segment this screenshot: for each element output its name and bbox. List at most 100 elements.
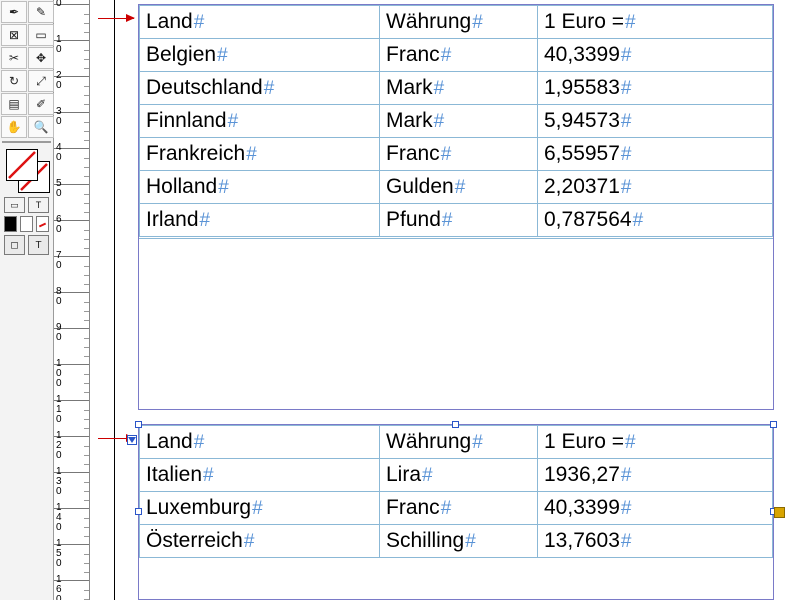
- end-of-cell-marker-icon: #: [245, 144, 257, 165]
- table-cell[interactable]: 40,3399#: [538, 492, 773, 525]
- table-row[interactable]: Holland#Gulden#2,20371#: [140, 171, 773, 204]
- gradient-tool[interactable]: ▤: [1, 93, 27, 115]
- pen-tool[interactable]: ✒: [1, 1, 27, 23]
- vruler-tick: 10: [54, 40, 90, 41]
- vruler-tick-label: 150: [56, 539, 70, 569]
- table-cell[interactable]: 0,787564#: [538, 204, 773, 237]
- tools-panel: ✒✎⊠▭✂✥↻⤢▤✐✋🔍 ▭ T ◻ T: [0, 0, 54, 600]
- cell-text: Frankreich: [146, 142, 245, 165]
- cell-text: 0,787564: [544, 208, 632, 231]
- rotate-tool[interactable]: ↻: [1, 70, 27, 92]
- table-cell[interactable]: Schilling#: [380, 525, 538, 558]
- transform-tool[interactable]: ✥: [28, 47, 54, 69]
- selection-handle[interactable]: [770, 421, 777, 428]
- table-cell[interactable]: 6,55957#: [538, 138, 773, 171]
- pencil-tool[interactable]: ✎: [28, 1, 54, 23]
- scale-tool[interactable]: ⤢: [28, 70, 54, 92]
- overset-text-icon[interactable]: [774, 507, 785, 518]
- eyedropper-tool[interactable]: ✐: [28, 93, 54, 115]
- table-cell[interactable]: Italien#: [140, 459, 380, 492]
- end-of-cell-marker-icon: #: [464, 531, 476, 552]
- vertical-ruler: 0102030405060708090100110120130140150160: [54, 0, 90, 600]
- table-cell[interactable]: Mark#: [380, 105, 538, 138]
- apply-container-icon[interactable]: ▭: [4, 197, 25, 213]
- frame-tool[interactable]: ⊠: [1, 24, 27, 46]
- table-row[interactable]: Finnland#Mark#5,94573#: [140, 105, 773, 138]
- cell-text: Holland: [146, 175, 217, 198]
- table-cell[interactable]: Belgien#: [140, 39, 380, 72]
- end-of-cell-marker-icon: #: [624, 12, 636, 33]
- table-header-cell[interactable]: Land#: [140, 426, 380, 459]
- end-of-cell-marker-icon: #: [433, 111, 445, 132]
- table-row[interactable]: Irland#Pfund#0,787564#: [140, 204, 773, 237]
- end-of-cell-marker-icon: #: [216, 45, 228, 66]
- table-header-cell[interactable]: Währung#: [380, 426, 538, 459]
- currency-table-continued[interactable]: Land#Währung#1 Euro =#Italien#Lira#1936,…: [139, 425, 773, 558]
- table-cell[interactable]: Gulden#: [380, 171, 538, 204]
- selection-handle[interactable]: [452, 421, 459, 428]
- document-canvas[interactable]: Land#Währung#1 Euro =#Belgien#Franc#40,3…: [90, 0, 800, 600]
- table-cell[interactable]: 1936,27#: [538, 459, 773, 492]
- table-header-row[interactable]: Land#Währung#1 Euro =#: [140, 6, 773, 39]
- table-cell[interactable]: Irland#: [140, 204, 380, 237]
- table-cell[interactable]: Luxemburg#: [140, 492, 380, 525]
- table-header-row[interactable]: Land#Währung#1 Euro =#: [140, 426, 773, 459]
- table-cell[interactable]: Franc#: [380, 39, 538, 72]
- table-cell[interactable]: Finnland#: [140, 105, 380, 138]
- rect-tool[interactable]: ▭: [28, 24, 54, 46]
- vruler-tick-label: 0: [56, 0, 70, 9]
- currency-table[interactable]: Land#Währung#1 Euro =#Belgien#Franc#40,3…: [139, 5, 773, 237]
- table-cell[interactable]: Lira#: [380, 459, 538, 492]
- cell-text: 13,7603: [544, 529, 620, 552]
- table-cell[interactable]: Franc#: [380, 138, 538, 171]
- table-cell[interactable]: Pfund#: [380, 204, 538, 237]
- table-header-cell[interactable]: Währung#: [380, 6, 538, 39]
- view-mode-normal[interactable]: ◻: [4, 235, 25, 255]
- apply-none-icon[interactable]: [36, 216, 49, 232]
- frame-in-port-icon[interactable]: [127, 435, 137, 445]
- cell-text: 40,3399: [544, 43, 620, 66]
- text-frame-1[interactable]: Land#Währung#1 Euro =#Belgien#Franc#40,3…: [138, 4, 774, 410]
- table-header-cell[interactable]: Land#: [140, 6, 380, 39]
- cell-text: Schilling: [386, 529, 464, 552]
- fill-stroke-swatches[interactable]: [4, 149, 49, 193]
- apply-black-icon[interactable]: [4, 216, 17, 232]
- cell-text: Deutschland: [146, 76, 263, 99]
- table-row[interactable]: Deutschland#Mark#1,95583#: [140, 72, 773, 105]
- table-row[interactable]: Belgien#Franc#40,3399#: [140, 39, 773, 72]
- table-row[interactable]: Österreich#Schilling#13,7603#: [140, 525, 773, 558]
- zoom-tool[interactable]: 🔍: [28, 116, 54, 138]
- apply-text-icon[interactable]: T: [28, 197, 49, 213]
- table-row[interactable]: Italien#Lira#1936,27#: [140, 459, 773, 492]
- vruler-tick-label: 70: [56, 251, 70, 271]
- table-row[interactable]: Frankreich#Franc#6,55957#: [140, 138, 773, 171]
- table-header-cell[interactable]: 1 Euro =#: [538, 6, 773, 39]
- text-frame-2[interactable]: Land#Währung#1 Euro =#Italien#Lira#1936,…: [138, 424, 774, 600]
- vruler-tick: 50: [54, 184, 90, 185]
- fill-swatch[interactable]: [6, 149, 38, 181]
- table-cell[interactable]: Österreich#: [140, 525, 380, 558]
- table-cell[interactable]: 2,20371#: [538, 171, 773, 204]
- end-of-cell-marker-icon: #: [441, 210, 453, 231]
- table-cell[interactable]: Frankreich#: [140, 138, 380, 171]
- table-cell[interactable]: Deutschland#: [140, 72, 380, 105]
- scissors-tool[interactable]: ✂: [1, 47, 27, 69]
- table-cell[interactable]: 5,94573#: [538, 105, 773, 138]
- view-mode-preview[interactable]: T: [28, 235, 49, 255]
- table-cell[interactable]: 40,3399#: [538, 39, 773, 72]
- table-cell[interactable]: 13,7603#: [538, 525, 773, 558]
- table-cell[interactable]: Franc#: [380, 492, 538, 525]
- table-cell[interactable]: 1,95583#: [538, 72, 773, 105]
- table-row[interactable]: Luxemburg#Franc#40,3399#: [140, 492, 773, 525]
- table-cell[interactable]: Holland#: [140, 171, 380, 204]
- table-header-cell[interactable]: 1 Euro =#: [538, 426, 773, 459]
- vruler-tick-label: 80: [56, 287, 70, 307]
- vruler-tick: 90: [54, 328, 90, 329]
- selection-handle[interactable]: [135, 508, 142, 515]
- cell-text: Franc: [386, 43, 440, 66]
- apply-white-icon[interactable]: [20, 216, 33, 232]
- table-cell[interactable]: Mark#: [380, 72, 538, 105]
- selection-handle[interactable]: [135, 421, 142, 428]
- hand-tool[interactable]: ✋: [1, 116, 27, 138]
- end-of-cell-marker-icon: #: [243, 531, 255, 552]
